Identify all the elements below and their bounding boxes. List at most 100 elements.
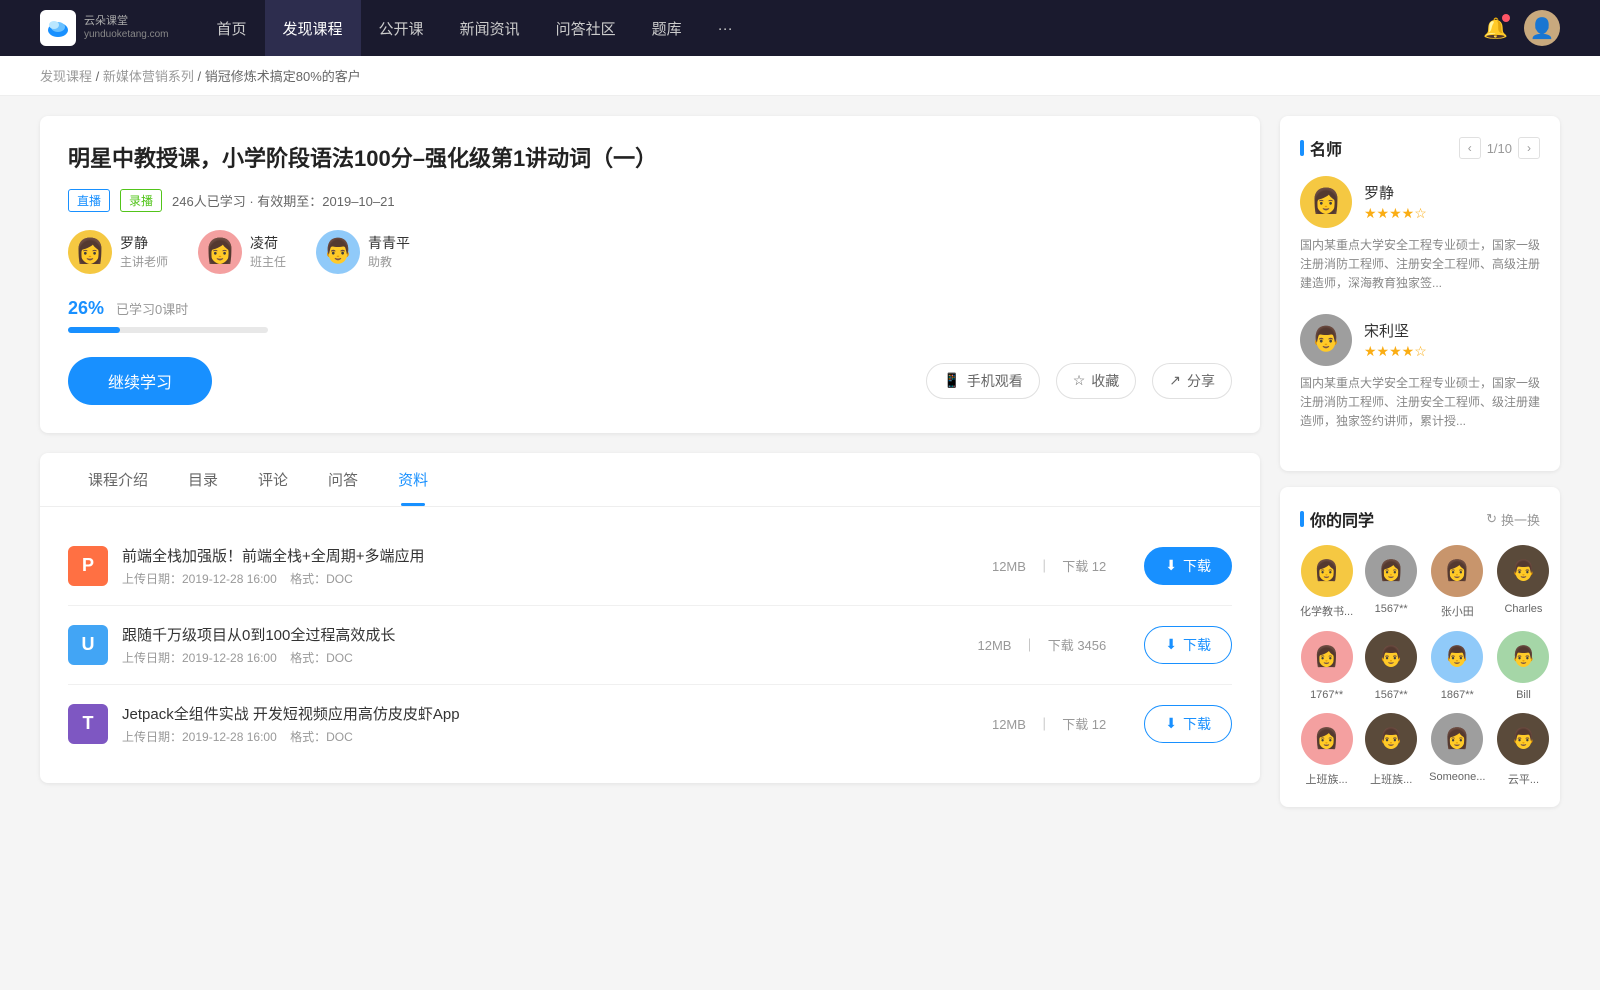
classmate-6-avatar: 👨 <box>1365 631 1417 683</box>
classmate-9[interactable]: 👩 上班族... <box>1300 713 1353 787</box>
nav-more[interactable]: ··· <box>700 0 751 56</box>
classmate-12[interactable]: 👨 云平... <box>1497 713 1549 787</box>
download-label-3: 下载 <box>1183 714 1211 734</box>
resource-name-2: 跟随千万级项目从0到100全过程高效成长 <box>122 624 940 645</box>
classmate-8-avatar: 👨 <box>1497 631 1549 683</box>
logo[interactable]: 云朵课堂yunduoketang.com <box>40 10 169 46</box>
download-icon-3: ⬇ <box>1165 715 1177 732</box>
tab-catalog[interactable]: 目录 <box>168 453 238 506</box>
classmate-2[interactable]: 👩 1567** <box>1365 545 1417 619</box>
teacher-3-role: 助教 <box>368 253 410 270</box>
teacher-1-face: 👩 <box>75 240 105 264</box>
classmates-grid: 👩 化学教书... 👩 1567** 👩 张小田 👨 Charles 👩 <box>1300 545 1540 787</box>
classmate-7[interactable]: 👨 1867** <box>1429 631 1485 701</box>
resource-name-3: Jetpack全组件实战 开发短视频应用高仿皮皮虾App <box>122 703 954 724</box>
classmate-11-avatar: 👩 <box>1431 713 1483 765</box>
classmate-1-name: 化学教书... <box>1300 603 1353 619</box>
sep-2: ｜ <box>1023 638 1040 653</box>
progress-bar-fill <box>68 327 120 333</box>
size-1: 12MB <box>992 559 1026 574</box>
mobile-watch-button[interactable]: 📱 手机观看 <box>926 363 1039 399</box>
resource-meta-3: 上传日期：2019-12-28 16:00 格式：DOC <box>122 728 954 745</box>
share-icon: ↗ <box>1169 372 1181 389</box>
nav-discover[interactable]: 发现课程 <box>265 0 361 56</box>
prev-teacher-btn[interactable]: ‹ <box>1459 137 1481 159</box>
favorite-button[interactable]: ☆ 收藏 <box>1056 363 1137 399</box>
continue-button[interactable]: 继续学习 <box>68 357 212 405</box>
teacher-1: 👩 罗静 主讲老师 <box>68 230 168 274</box>
share-label: 分享 <box>1187 371 1215 391</box>
mobile-label: 手机观看 <box>967 371 1023 391</box>
navbar: 云朵课堂yunduoketang.com 首页 发现课程 公开课 新闻资讯 问答… <box>0 0 1600 56</box>
download-btn-3[interactable]: ⬇ 下载 <box>1144 705 1232 743</box>
bell-icon[interactable]: 🔔 <box>1483 16 1508 41</box>
nav-items: 首页 发现课程 公开课 新闻资讯 问答社区 题库 ··· <box>199 0 1484 56</box>
classmate-10[interactable]: 👨 上班族... <box>1365 713 1417 787</box>
tag-live: 直播 <box>68 189 110 212</box>
classmate-4-avatar: 👨 <box>1497 545 1549 597</box>
classmate-3-avatar: 👩 <box>1431 545 1483 597</box>
next-teacher-btn[interactable]: › <box>1518 137 1540 159</box>
teachers-title: 名师 <box>1300 136 1342 160</box>
download-btn-1[interactable]: ⬇ 下载 <box>1144 547 1232 585</box>
classmate-2-avatar: 👩 <box>1365 545 1417 597</box>
breadcrumb-link-1[interactable]: 发现课程 <box>40 69 92 84</box>
downloads-3: 下载 12 <box>1062 717 1106 732</box>
nav-open[interactable]: 公开课 <box>361 0 442 56</box>
sidebar-teacher-2-desc: 国内某重点大学安全工程专业硕士，国家一级注册消防工程师、注册安全工程师、级注册建… <box>1300 374 1540 432</box>
classmate-7-name: 1867** <box>1441 689 1474 701</box>
tab-intro[interactable]: 课程介绍 <box>68 453 168 506</box>
classmate-5[interactable]: 👩 1767** <box>1300 631 1353 701</box>
classmates-header: 你的同学 ↻ 换一换 <box>1300 507 1540 531</box>
sidebar: 名师 ‹ 1/10 › 👩 罗静 ★★★★☆ <box>1280 116 1560 823</box>
classmate-9-name: 上班族... <box>1306 771 1348 787</box>
classmate-10-avatar: 👨 <box>1365 713 1417 765</box>
downloads-2: 下载 3456 <box>1048 638 1107 653</box>
nav-home[interactable]: 首页 <box>199 0 265 56</box>
classmate-11[interactable]: 👩 Someone... <box>1429 713 1485 787</box>
breadcrumb-link-2[interactable]: 新媒体营销系列 <box>103 69 194 84</box>
teacher-3: 👨 青青平 助教 <box>316 230 410 274</box>
course-meta-text: 246人已学习 · 有效期至：2019–10–21 <box>172 191 395 210</box>
resource-info-3: Jetpack全组件实战 开发短视频应用高仿皮皮虾App 上传日期：2019-1… <box>122 703 954 745</box>
classmate-4[interactable]: 👨 Charles <box>1497 545 1549 619</box>
star-icon: ☆ <box>1073 372 1086 389</box>
nav-quiz[interactable]: 题库 <box>634 0 700 56</box>
refresh-button[interactable]: ↻ 换一换 <box>1486 510 1540 529</box>
teacher-2-info: 凌荷 班主任 <box>250 233 286 270</box>
refresh-icon: ↻ <box>1486 511 1497 527</box>
user-avatar[interactable]: 👤 <box>1524 10 1560 46</box>
classmate-12-avatar: 👨 <box>1497 713 1549 765</box>
resource-meta-2: 上传日期：2019-12-28 16:00 格式：DOC <box>122 649 940 666</box>
tab-review[interactable]: 评论 <box>238 453 308 506</box>
share-button[interactable]: ↗ 分享 <box>1152 363 1232 399</box>
teacher-2-avatar: 👩 <box>198 230 242 274</box>
nav-qa[interactable]: 问答社区 <box>538 0 634 56</box>
download-icon-2: ⬇ <box>1165 636 1177 653</box>
classmate-7-avatar: 👨 <box>1431 631 1483 683</box>
progress-pct: 26% <box>68 298 104 319</box>
classmate-3[interactable]: 👩 张小田 <box>1429 545 1485 619</box>
resource-stats-1: 12MB ｜ 下载 12 <box>988 556 1110 575</box>
download-btn-2[interactable]: ⬇ 下载 <box>1144 626 1232 664</box>
tab-qa[interactable]: 问答 <box>308 453 378 506</box>
resource-meta-1: 上传日期：2019-12-28 16:00 格式：DOC <box>122 570 954 587</box>
progress-desc: 已学习0课时 <box>116 299 188 318</box>
nav-news[interactable]: 新闻资讯 <box>442 0 538 56</box>
teacher-1-role: 主讲老师 <box>120 253 168 270</box>
teachers-card: 名师 ‹ 1/10 › 👩 罗静 ★★★★☆ <box>1280 116 1560 471</box>
sidebar-teacher-1-stars: ★★★★☆ <box>1364 205 1427 222</box>
course-title: 明星中教授课，小学阶段语法100分–强化级第1讲动词（一） <box>68 144 1232 175</box>
sidebar-teacher-1: 👩 罗静 ★★★★☆ 国内某重点大学安全工程专业硕士，国家一级注册消防工程师、注… <box>1300 176 1540 294</box>
tab-resource[interactable]: 资料 <box>378 453 448 506</box>
classmate-1[interactable]: 👩 化学教书... <box>1300 545 1353 619</box>
classmate-6[interactable]: 👨 1567** <box>1365 631 1417 701</box>
classmate-5-avatar: 👩 <box>1301 631 1353 683</box>
classmate-8[interactable]: 👨 Bill <box>1497 631 1549 701</box>
progress-bar-bg <box>68 327 268 333</box>
classmates-title: 你的同学 <box>1300 507 1374 531</box>
resource-icon-2: U <box>68 625 108 665</box>
classmate-5-name: 1767** <box>1310 689 1343 701</box>
sep-1: ｜ <box>1038 559 1055 574</box>
sidebar-teacher-2-avatar: 👨 <box>1300 314 1352 366</box>
